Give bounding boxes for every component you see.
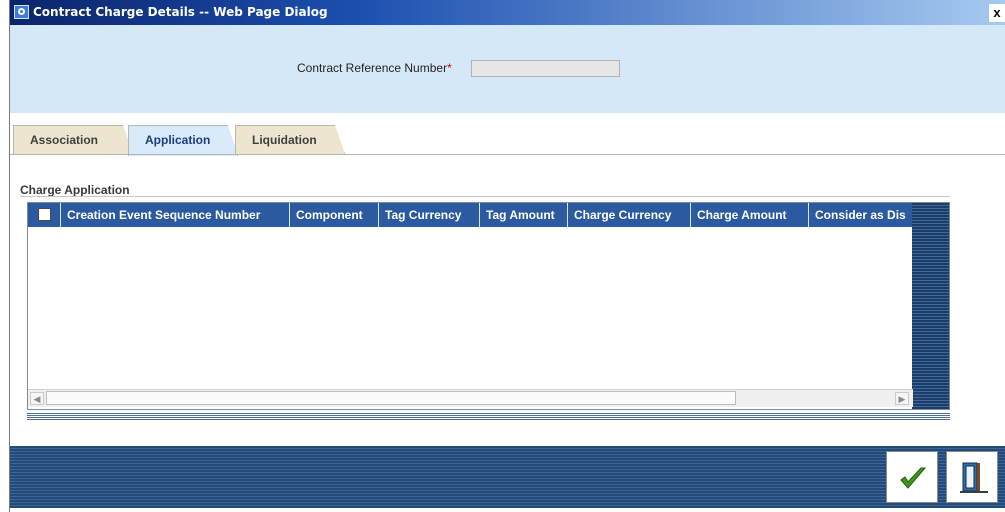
column-header[interactable]: Component — [290, 203, 379, 227]
tab-underline — [10, 154, 1005, 155]
tab-association[interactable]: Association — [13, 125, 133, 154]
column-header[interactable]: Consider as Dis — [809, 203, 913, 227]
select-all-cell — [28, 203, 61, 227]
column-header[interactable]: Creation Event Sequence Number — [61, 203, 290, 227]
grid-footer-lines — [27, 413, 950, 420]
column-header[interactable]: Tag Currency — [379, 203, 480, 227]
tab-application[interactable]: Application — [128, 125, 238, 156]
select-all-checkbox[interactable] — [38, 208, 51, 221]
tab-strip: Association Application Liquidation — [10, 125, 1005, 155]
scroll-left-icon[interactable]: ◀ — [30, 392, 44, 405]
column-header[interactable]: Tag Amount — [480, 203, 568, 227]
close-button[interactable]: x — [989, 4, 1005, 22]
grid-header: Creation Event Sequence Number Component… — [28, 203, 913, 227]
ok-button[interactable] — [886, 451, 938, 503]
tab-liquidation[interactable]: Liquidation — [235, 125, 345, 154]
required-marker: * — [447, 61, 452, 75]
contract-reference-input[interactable] — [471, 60, 620, 77]
column-header[interactable]: Charge Currency — [568, 203, 691, 227]
section-title: Charge Application — [20, 183, 130, 197]
column-header[interactable]: Charge Amount — [691, 203, 809, 227]
footer-bar — [10, 446, 1005, 508]
horizontal-scrollbar[interactable]: ◀ ▶ — [28, 389, 913, 407]
charge-application-grid: Creation Event Sequence Number Component… — [27, 202, 950, 410]
contract-reference-label: Contract Reference Number* — [297, 61, 452, 75]
ie-page-icon — [14, 5, 29, 19]
window-title: Contract Charge Details -- Web Page Dial… — [33, 5, 328, 19]
grid-side-panel — [912, 203, 949, 409]
exit-button[interactable] — [946, 451, 998, 503]
exit-door-icon — [960, 462, 988, 493]
scrollbar-thumb[interactable] — [46, 391, 736, 405]
title-bar: Contract Charge Details -- Web Page Dial… — [10, 0, 1005, 25]
dialog-window: Contract Charge Details -- Web Page Dial… — [9, 0, 1005, 512]
section-divider — [20, 196, 950, 197]
scroll-right-icon[interactable]: ▶ — [895, 392, 909, 405]
header-band: Contract Reference Number* — [10, 25, 1005, 113]
checkmark-icon — [900, 467, 927, 489]
